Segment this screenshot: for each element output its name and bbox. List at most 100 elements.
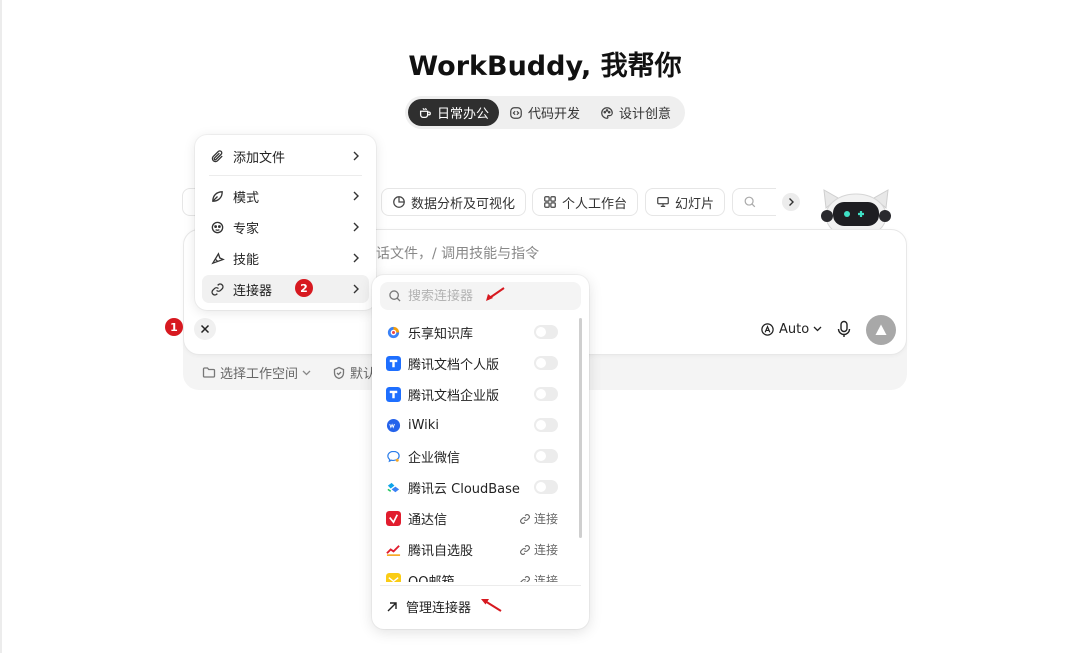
annotation-arrow-icon [481,599,502,612]
menu-item-expert[interactable]: 专家 [202,213,369,241]
chip-slides[interactable]: 幻灯片 [645,188,726,216]
chip-label: 个人工作台 [562,196,628,212]
dropdown-divider [380,585,581,586]
connect-label: 连接 [533,543,558,557]
annotation-badge-1: 1 [165,318,183,336]
chevron-right-icon [353,222,359,232]
chip-scroll-next[interactable] [782,193,800,211]
manage-label: 管理连接器 [406,601,472,616]
connect-button[interactable]: 连接 [519,510,558,527]
connect-label: 连接 [533,574,558,582]
chevron-right-icon [353,151,359,161]
connector-label: iWiki [408,417,439,433]
connect-label: 连接 [533,512,558,526]
tab-label: 设计创意 [619,107,672,122]
model-select[interactable]: Auto [760,319,822,339]
menu-item-label: 添加文件 [233,150,286,166]
connector-toggle[interactable] [534,480,558,494]
list-item[interactable]: QQ邮箱 连接 [386,568,576,582]
connect-button[interactable]: 连接 [519,541,558,558]
connect-button[interactable]: 连接 [519,572,558,582]
default-select[interactable]: 默认 [332,363,376,382]
chevron-down-icon [813,326,822,332]
mascot-robot-icon [821,189,891,230]
chevron-down-icon [302,370,311,375]
connector-toggle[interactable] [534,418,558,432]
connector-toggle[interactable] [534,325,558,339]
chip-partial[interactable] [732,188,776,216]
tencent-docs-enterprise-icon [386,386,401,402]
link-icon [520,513,530,524]
menu-item-label: 连接器 [233,283,273,299]
connector-search-input[interactable] [408,288,558,304]
mode-tabs: 日常办公 代码开发 设计创意 [405,96,685,129]
tab-design[interactable]: 设计创意 [590,99,681,126]
arrow-up-icon [875,324,887,335]
menu-divider [209,175,362,176]
menu-item-connector[interactable]: 连接器 [202,275,369,303]
folder-icon [202,367,216,378]
window-edge [0,0,2,653]
menu-item-add-file[interactable]: 添加文件 [202,142,369,170]
connector-toggle[interactable] [534,356,558,370]
iwiki-icon [386,418,401,432]
pie-chart-icon [393,196,405,208]
shield-check-icon [333,366,345,379]
presentation-icon [657,197,669,207]
list-item[interactable]: 腾讯云 CloudBase [386,475,576,499]
menu-item-label: 专家 [233,221,260,237]
tab-daily-office[interactable]: 日常办公 [408,99,500,126]
leaf-icon [212,190,223,202]
send-button[interactable] [866,315,896,345]
connector-search[interactable] [380,282,581,310]
chevron-right-icon [353,284,359,294]
search-icon [389,290,401,302]
list-item[interactable]: iWiki [386,413,576,437]
connector-label: 腾讯云 CloudBase [408,481,520,497]
tab-code-dev[interactable]: 代码开发 [499,99,590,126]
list-item[interactable]: 乐享知识库 [386,320,576,344]
cloudbase-icon [387,482,400,492]
connector-label: 腾讯文档企业版 [408,388,500,404]
chip-data-analysis[interactable]: 数据分析及可视化 [381,188,527,216]
workspace-select[interactable]: 选择工作空间 [202,363,311,382]
manage-connectors-button[interactable]: 管理连接器 [386,597,471,616]
connector-list: 乐享知识库 腾讯文档个人版 腾讯文档企业版 iWiki 企业微信 腾讯云 Clo… [372,316,589,582]
wecom-icon [387,450,400,462]
menu-item-mode[interactable]: 模式 [202,182,369,210]
connector-label: 通达信 [408,512,448,528]
tongdaxin-icon [386,510,401,526]
connector-label: 腾讯自选股 [408,543,474,559]
link-icon [211,282,224,296]
connector-toggle[interactable] [534,449,558,463]
grid-icon [544,196,556,208]
prompt-placeholder[interactable]: 话文件，/ 调用技能与指令 [376,243,539,263]
chevron-right-icon [789,198,794,206]
qq-mail-icon [386,572,401,582]
menu-item-skill[interactable]: 技能 [202,244,369,272]
page-title: WorkBuddy, 我帮你 [408,51,682,82]
connector-label: 企业微信 [408,450,461,466]
close-icon [200,324,210,334]
link-icon [520,575,530,582]
link-icon [520,544,530,555]
lexiang-icon [387,326,400,338]
mic-icon[interactable] [836,320,852,338]
connector-scrollbar[interactable] [579,318,582,538]
close-menu-button[interactable] [194,318,216,340]
list-item[interactable]: 通达信 连接 [386,506,576,530]
tab-label: 代码开发 [528,107,581,122]
list-item[interactable]: 腾讯文档个人版 [386,351,576,375]
connector-label: QQ邮箱 [408,574,455,583]
chip-label: 数据分析及可视化 [411,196,516,212]
tab-label: 日常办公 [437,107,490,122]
tencent-docs-icon [386,355,401,371]
list-item[interactable]: 腾讯自选股 连接 [386,537,576,561]
connector-toggle[interactable] [534,387,558,401]
cup-icon [419,107,431,118]
list-item[interactable]: 企业微信 [386,444,576,468]
list-item[interactable]: 腾讯文档企业版 [386,382,576,406]
model-label: Auto [779,321,810,337]
chip-personal-workspace[interactable]: 个人工作台 [532,188,639,216]
expert-icon [211,221,224,233]
